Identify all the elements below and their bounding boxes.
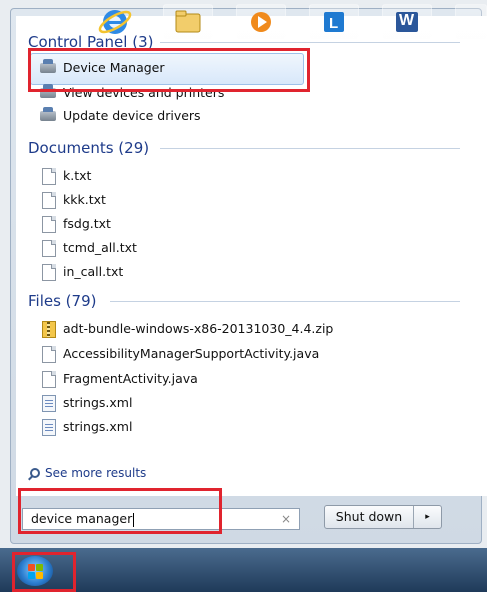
result-document[interactable]: tcmd_all.txt: [40, 237, 137, 259]
result-label: FragmentActivity.java: [63, 371, 198, 386]
control-panel-icon: [40, 107, 56, 124]
result-label: adt-bundle-windows-x86-20131030_4.4.zip: [63, 321, 334, 336]
taskbar-overflow-button[interactable]: [455, 4, 487, 40]
shut-down-button-group: Shut down ▸: [324, 505, 442, 529]
result-document[interactable]: kkk.txt: [40, 189, 106, 211]
section-heading-files[interactable]: Files (79): [28, 291, 96, 311]
result-file[interactable]: strings.xml: [40, 392, 132, 414]
zip-file-icon: [40, 321, 56, 338]
lync-icon[interactable]: L: [309, 4, 359, 40]
section-heading-documents[interactable]: Documents (29): [28, 138, 149, 158]
shut-down-button[interactable]: Shut down: [325, 506, 414, 528]
result-document[interactable]: fsdg.txt: [40, 213, 111, 235]
result-label: Update device drivers: [63, 108, 201, 123]
section-divider: [160, 42, 460, 43]
text-file-icon: [40, 168, 56, 185]
xml-file-icon: [40, 419, 56, 436]
shut-down-options-arrow[interactable]: ▸: [414, 512, 441, 522]
internet-explorer-icon[interactable]: [90, 4, 140, 40]
svg-text:L: L: [329, 15, 338, 32]
result-label: fsdg.txt: [63, 216, 111, 231]
highlight-search-box: [18, 488, 222, 534]
highlight-device-manager: [28, 48, 310, 92]
see-more-label: See more results: [45, 466, 147, 480]
see-more-results-link[interactable]: See more results: [30, 466, 146, 480]
result-label: AccessibilityManagerSupportActivity.java: [63, 346, 320, 361]
result-label: in_call.txt: [63, 264, 124, 279]
java-file-icon: [40, 346, 56, 363]
result-label: k.txt: [63, 168, 92, 183]
result-label: tcmd_all.txt: [63, 240, 137, 255]
result-file[interactable]: FragmentActivity.java: [40, 368, 198, 390]
java-file-icon: [40, 371, 56, 388]
section-divider: [160, 148, 460, 149]
section-divider: [110, 301, 460, 302]
word-icon[interactable]: W: [382, 4, 432, 40]
text-file-icon: [40, 240, 56, 257]
media-player-icon[interactable]: [236, 4, 286, 40]
result-label: strings.xml: [63, 395, 133, 410]
result-file[interactable]: adt-bundle-windows-x86-20131030_4.4.zip: [40, 318, 333, 340]
result-document[interactable]: in_call.txt: [40, 261, 123, 283]
xml-file-icon: [40, 395, 56, 412]
result-file[interactable]: AccessibilityManagerSupportActivity.java: [40, 343, 319, 365]
result-document[interactable]: k.txt: [40, 165, 91, 187]
result-label: strings.xml: [63, 419, 133, 434]
result-update-device-drivers[interactable]: Update device drivers: [40, 105, 201, 127]
text-file-icon: [40, 192, 56, 209]
result-file[interactable]: strings.xml: [40, 416, 132, 438]
text-file-icon: [40, 216, 56, 233]
clear-search-button[interactable]: ×: [281, 509, 291, 529]
text-file-icon: [40, 264, 56, 281]
file-explorer-icon[interactable]: [163, 4, 213, 40]
search-icon: [30, 468, 40, 478]
result-label: kkk.txt: [63, 192, 106, 207]
word-icon-letter: W: [399, 12, 415, 29]
highlight-start-button: [12, 552, 76, 592]
